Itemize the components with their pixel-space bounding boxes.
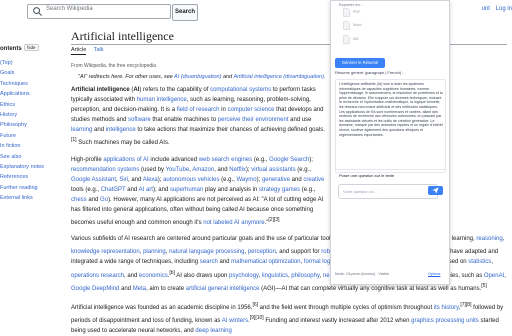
hatnote: "AI" redirects here. For other uses, see…	[78, 74, 325, 80]
toc-item-further-reading[interactable]: Further reading	[0, 183, 44, 193]
paragraph-history: Artificial intelligence was founded as a…	[71, 301, 504, 334]
hatnote-link-ai-disambiguation[interactable]: AI (disambiguation)	[174, 74, 221, 80]
mode-status: Mode: Cli-perso (incomu) · Visible	[335, 272, 390, 276]
toc-item-goals[interactable]: Goals	[0, 68, 44, 78]
paragraph-applications: High-profile applications of AI include …	[71, 156, 325, 227]
toc-item-applications[interactable]: Applications	[0, 89, 44, 99]
paper-plane-icon	[432, 187, 439, 194]
panel-divider	[335, 169, 445, 170]
export-md-option[interactable]: MD	[339, 34, 439, 45]
account-link[interactable]: unt	[482, 6, 490, 12]
tab-talk[interactable]: Talk	[94, 47, 104, 53]
document-icon	[343, 35, 350, 44]
toc-item-ethics[interactable]: Ethics	[0, 100, 44, 110]
paragraph-intro: Artificial intelligence (AI) refers to t…	[71, 87, 325, 147]
search-placeholder: Search Wikipedia	[46, 6, 93, 12]
search-icon	[33, 7, 43, 17]
page-tagline: From Wikipedia, the free encyclopedia	[71, 63, 157, 69]
page-title: Artificial intelligence	[71, 29, 174, 43]
question-placeholder: Votre question ici...	[343, 189, 377, 194]
hatnote-text: and	[221, 74, 234, 80]
question-input[interactable]: Votre question ici...	[338, 184, 438, 199]
export-md-label: MD	[353, 37, 359, 41]
hatnote-text: "AI" redirects here. For other uses, see	[78, 74, 175, 80]
question-label: Poser une question sur le texte	[339, 173, 395, 178]
toc-item-see-also[interactable]: See also	[0, 152, 44, 162]
document-icon	[343, 21, 350, 30]
export-pdf-label: PDF	[353, 10, 361, 14]
options-link[interactable]: Options	[428, 272, 440, 276]
toc-item-explanatory-notes[interactable]: Explanatory notes	[0, 162, 44, 172]
toc-item-external-links[interactable]: External links	[0, 193, 44, 203]
article-text: Artificial intelligence (AI) refers to t…	[71, 85, 329, 228]
table-of-contents: (Top) Goals Techniques Applications Ethi…	[0, 58, 44, 203]
toc-item-techniques[interactable]: Techniques	[0, 79, 44, 89]
tab-article[interactable]: Article	[71, 47, 86, 53]
toc-item-future[interactable]: Future	[0, 131, 44, 141]
toc-item-top[interactable]: (Top)	[0, 58, 44, 68]
toc-item-philosophy[interactable]: Philosophy	[0, 120, 44, 130]
toc-item-in-fiction[interactable]: In fiction	[0, 141, 44, 151]
generate-summary-button[interactable]: Générer le Résumé	[335, 58, 385, 68]
toc-heading: ontents	[0, 46, 22, 52]
export-word-label: Word	[353, 23, 362, 27]
toc-item-references[interactable]: References	[0, 172, 44, 182]
summary-label: Résumé généré (paragraph | French) :	[335, 70, 404, 75]
login-link[interactable]: Log in	[496, 6, 512, 12]
summary-output[interactable]: L'intelligence artificielle (IA) vise à …	[335, 79, 446, 173]
document-icon	[343, 8, 350, 17]
toc-item-history[interactable]: History	[0, 110, 44, 120]
toc-hide-button[interactable]: hide	[24, 44, 39, 51]
active-tab-indicator	[71, 54, 86, 55]
hatnote-link-ai-intelligence-disambiguation[interactable]: Artificial intelligence (disambiguation)	[233, 74, 324, 80]
user-links: unt Log in	[478, 6, 512, 12]
page-tabs: Article Talk	[71, 47, 110, 53]
search-button[interactable]: Search	[172, 4, 198, 21]
search-input[interactable]: Search Wikipedia	[27, 4, 171, 19]
send-question-button[interactable]	[428, 186, 443, 195]
export-word-option[interactable]: Word	[339, 20, 439, 31]
export-pdf-option[interactable]: PDF	[339, 7, 439, 18]
summarizer-panel: Exporter en : PDF Word MD Générer le Rés…	[330, 0, 450, 285]
hatnote-text: .	[323, 74, 326, 80]
